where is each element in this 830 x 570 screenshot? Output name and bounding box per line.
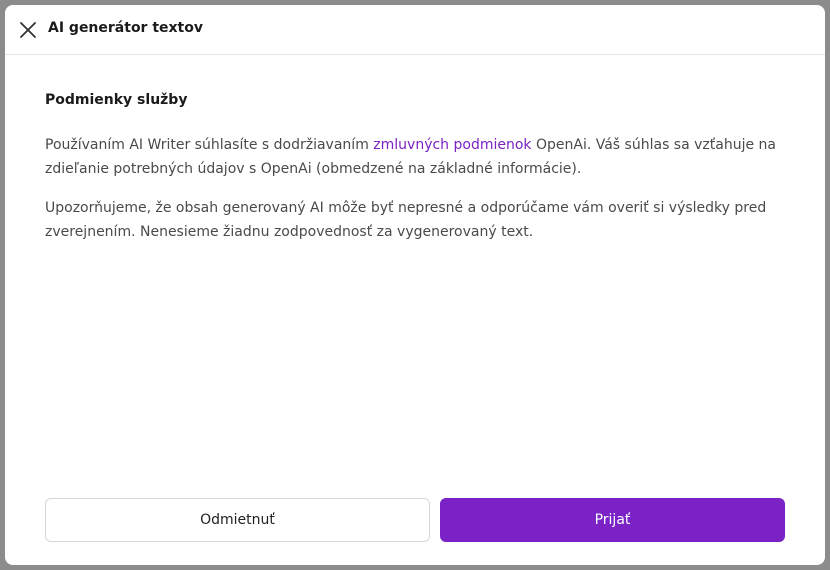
dialog-title: AI generátor textov [48,20,203,36]
accept-button[interactable]: Prijať [440,498,785,542]
decline-button[interactable]: Odmietnuť [45,498,430,542]
terms-conditions-link[interactable]: zmluvných podmienok [373,137,531,153]
terms-content: Podmienky služby Používaním AI Writer sú… [45,91,790,259]
terms-heading: Podmienky služby [45,92,188,108]
close-icon[interactable] [17,19,39,41]
ai-text-generator-dialog: AI generátor textov Podmienky služby Pou… [5,5,825,565]
terms-paragraph-2: Upozorňujeme, že obsah generovaný AI môž… [45,200,767,240]
dialog-header: AI generátor textov [5,5,825,55]
terms-paragraph-1: Používaním AI Writer súhlasíte s dodržia… [45,133,790,181]
terms-text-before-link: Používaním AI Writer súhlasíte s dodržia… [45,137,374,153]
